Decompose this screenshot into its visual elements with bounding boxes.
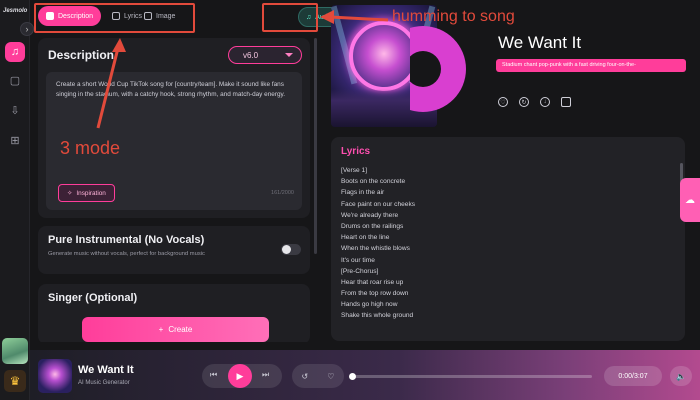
lyric-line: [Pre-Chorus] — [341, 267, 379, 275]
inspiration-label: Inspiration — [76, 189, 106, 197]
char-counter: 161/2000 — [271, 190, 294, 196]
lyric-line: Boots on the concrete — [341, 178, 406, 186]
nav-music-icon[interactable]: ♫ — [5, 42, 25, 62]
heart-icon[interactable]: ♡ — [498, 97, 508, 107]
inspiration-button[interactable]: ✧ Inspiration — [58, 184, 115, 202]
app-logo: Jesmolo — [3, 8, 28, 14]
instrumental-toggle[interactable] — [281, 244, 301, 255]
left-rail: Jesmolo ♫ ▢ ⇩ ⊞ ♛ — [0, 0, 30, 400]
audio-annotation: humming to song — [392, 8, 515, 25]
side-float-button[interactable]: ☁ — [680, 178, 700, 222]
download-icon[interactable]: ↓ — [540, 97, 550, 107]
panel-scrollbar[interactable] — [314, 38, 317, 254]
description-icon — [46, 12, 54, 20]
lyric-line: Shake this whole ground — [341, 312, 414, 320]
player-subtitle: AI Music Generator — [78, 380, 130, 386]
chevron-down-icon — [285, 53, 293, 57]
image-icon — [144, 12, 152, 20]
cloud-icon: ☁ — [685, 194, 695, 206]
previous-icon[interactable]: ⏮ — [210, 370, 217, 380]
description-title: Description — [48, 48, 115, 62]
more-icon[interactable] — [561, 97, 571, 107]
avatar[interactable] — [2, 338, 28, 364]
progress-bar[interactable] — [349, 373, 592, 380]
next-icon[interactable]: ⏭ — [262, 370, 269, 380]
lyric-line: Face paint on our cheeks — [341, 200, 416, 208]
lyric-line: Hands go high now — [341, 301, 398, 309]
heart-icon[interactable]: ♡ — [327, 372, 334, 381]
vinyl-disc — [410, 26, 486, 112]
nav-download-icon[interactable]: ⇩ — [5, 100, 25, 120]
song-actions: ♡ ↻ ↓ — [498, 97, 571, 107]
instrumental-card: Pure Instrumental (No Vocals) Generate m… — [38, 226, 310, 274]
lyric-line: It's our time — [341, 256, 375, 264]
player-cover[interactable] — [38, 359, 72, 393]
lyric-line: When the whistle blows — [341, 245, 410, 253]
create-button[interactable]: + Create — [82, 317, 269, 342]
mode-tabbar: Description Lyrics Image ♫ Audio — [30, 0, 342, 34]
create-panel: Description v6.0 Create a short World Cu… — [38, 38, 310, 342]
player-time: 0:00/3:07 — [604, 366, 662, 386]
crown-icon[interactable]: ♛ — [4, 370, 26, 392]
disc — [410, 26, 466, 112]
instrumental-subtitle: Generate music without vocals, perfect f… — [48, 251, 205, 257]
disc-hole — [410, 51, 441, 87]
chevron-right-icon[interactable]: › — [20, 22, 34, 36]
lyric-line: Flags in the air — [341, 189, 385, 197]
style-tag: Stadium chant pop-punk with a fast drivi… — [496, 59, 686, 72]
nav-grid-icon[interactable]: ⊞ — [5, 130, 25, 150]
tab-label: Image — [156, 12, 176, 20]
audio-icon: ♫ — [306, 13, 312, 21]
mode-annotation: 3 mode — [60, 138, 121, 158]
play-button[interactable]: ▶ — [228, 364, 252, 388]
lyrics-text: [Verse 1] Boots on the concrete Flags in… — [341, 165, 641, 322]
description-text[interactable]: Create a short World Cup TikTok song for… — [56, 80, 292, 100]
lyric-line: From the top row down — [341, 290, 409, 298]
player-bar: We Want It AI Music Generator ⏮ ▶ ⏭ ↺ ♡ … — [30, 350, 700, 400]
instrumental-title: Pure Instrumental (No Vocals) — [48, 234, 205, 246]
lyrics-title: Lyrics — [341, 146, 371, 157]
playback-controls: ⏮ ▶ ⏭ — [202, 364, 282, 388]
create-label: Create — [168, 325, 193, 334]
plus-icon: + — [158, 325, 164, 334]
volume-icon[interactable]: 🔈 — [670, 366, 692, 386]
lyric-line: Hear that roar rise up — [341, 278, 404, 286]
lyric-line: [Verse 1] — [341, 167, 368, 174]
app-window: Jesmolo ♫ ▢ ⇩ ⊞ ♛ › Description Lyrics I… — [0, 0, 700, 400]
lyric-line: Drums on the railings — [341, 222, 404, 230]
version-value: v6.0 — [243, 50, 259, 60]
tab-image[interactable]: Image — [136, 6, 183, 26]
description-card: Description v6.0 Create a short World Cu… — [38, 38, 310, 218]
lyric-line: Heart on the line — [341, 234, 390, 242]
lyrics-card: Lyrics [Verse 1] Boots on the concrete F… — [331, 137, 685, 341]
toggle-knob — [282, 245, 291, 254]
sparkle-icon: ✧ — [67, 190, 73, 197]
nav-document-icon[interactable]: ▢ — [5, 70, 25, 90]
progress-thumb[interactable] — [349, 373, 356, 380]
repeat-icon[interactable]: ↺ — [302, 372, 309, 381]
remix-icon[interactable]: ↻ — [519, 97, 529, 107]
player-title: We Want It — [78, 364, 134, 376]
cover-ring — [349, 21, 419, 91]
lyrics-icon — [112, 12, 120, 20]
singer-title: Singer (Optional) — [48, 292, 138, 304]
tab-description[interactable]: Description — [38, 6, 102, 26]
version-select[interactable]: v6.0 — [228, 46, 302, 64]
lyric-line: We're already there — [341, 211, 399, 219]
song-title: We Want It — [498, 33, 582, 52]
player-extra-controls: ↺ ♡ — [292, 364, 344, 388]
tab-label: Description — [58, 12, 94, 20]
